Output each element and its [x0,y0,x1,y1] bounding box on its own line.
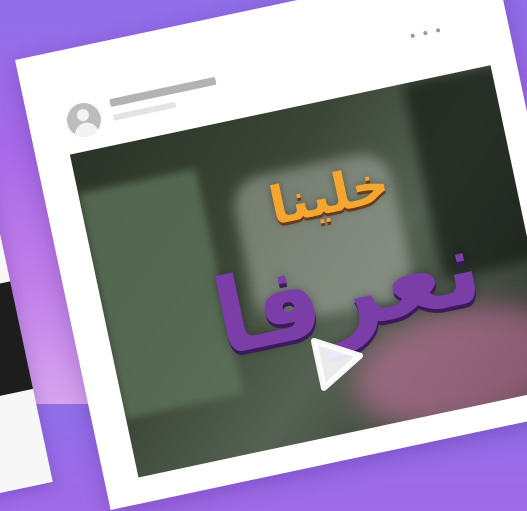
user-avatar-icon[interactable] [63,99,105,141]
previous-post-card [0,159,53,511]
more-dot [435,28,441,33]
play-icon[interactable] [299,323,375,399]
more-dot [423,30,428,36]
post-video[interactable]: خلينا نعرفا [69,65,527,478]
more-dot [410,33,416,39]
post-card: خلينا نعرفا [15,0,527,510]
avatar-body [72,120,101,141]
author-name-placeholder [109,76,217,108]
play-icon-glyph [310,337,364,391]
more-horizontal-icon[interactable] [409,23,441,43]
avatar-head [75,107,91,123]
previous-post-media [0,281,34,399]
